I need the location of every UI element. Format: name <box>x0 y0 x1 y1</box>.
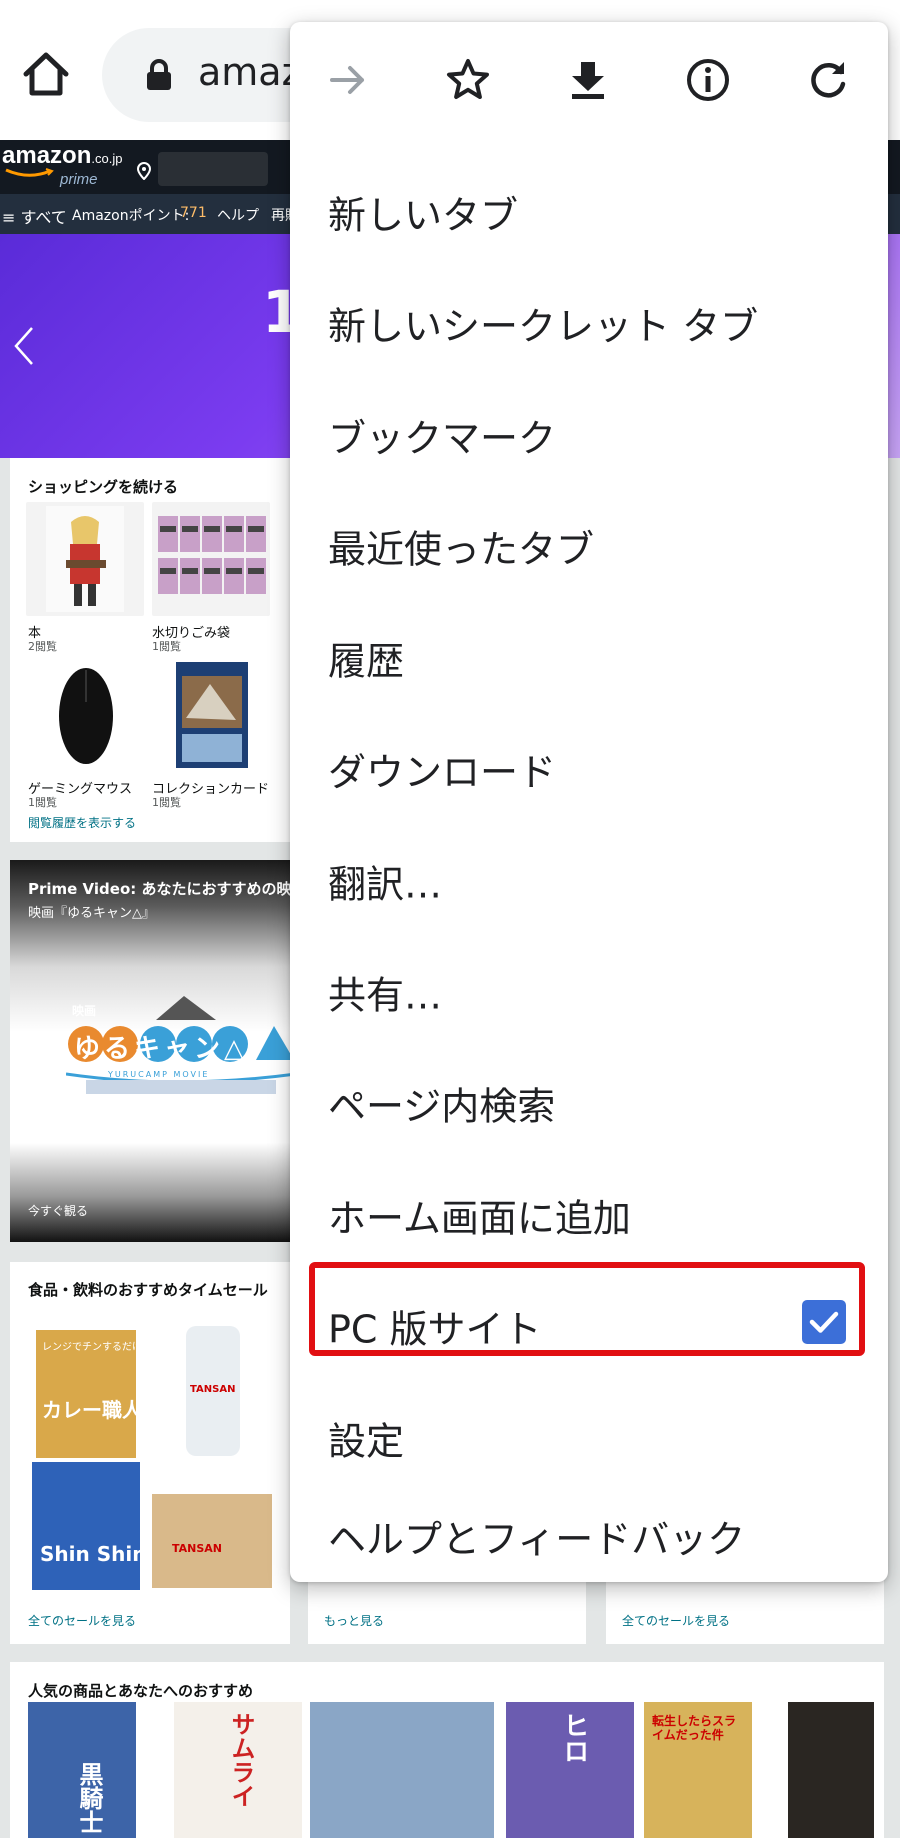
forward-icon[interactable] <box>322 54 374 106</box>
prime-video-card[interactable]: Prime Video: あなたにおすすめの映画 映画『ゆるキャン△』 映画 ゆ… <box>10 860 306 1242</box>
menu-item-label: ダウンロード <box>328 750 557 794</box>
movie-logo-small: 映画 <box>72 1004 97 1018</box>
card-title: ショッピングを続ける <box>28 478 179 496</box>
all-menu-link[interactable]: ≡ すべて <box>2 204 67 228</box>
amazon-smile-icon <box>5 168 54 177</box>
menu-item-add-to-home[interactable]: ホーム画面に追加 <box>290 1159 888 1270</box>
tile-views: 1閲覧 <box>152 796 181 809</box>
movie-logo-caption: YURUCAMP MOVIE <box>108 1070 210 1079</box>
download-icon[interactable] <box>562 54 614 106</box>
product-image-book[interactable]: 転生したらスライムだった件 <box>644 1702 752 1838</box>
product-image-trash-bags[interactable] <box>152 502 270 616</box>
product-text: カレー職人 <box>42 1398 142 1422</box>
lock-icon <box>142 58 176 92</box>
reload-icon[interactable] <box>802 54 854 106</box>
chevron-left-icon[interactable] <box>12 324 36 368</box>
menu-toolbar <box>290 22 888 140</box>
browser-overflow-menu: 新しいタブ 新しいシークレット タブ ブックマーク 最近使ったタブ 履歴 ダウン… <box>290 22 888 1582</box>
tile-views: 1閲覧 <box>28 796 57 809</box>
menu-item-bookmarks[interactable]: ブックマーク <box>290 379 888 490</box>
menu-item-label: 設定 <box>328 1419 405 1463</box>
menu-item-label: 共有… <box>328 973 443 1017</box>
blurred-address <box>158 152 268 186</box>
menu-item-label: 新しいシークレット タブ <box>328 304 759 348</box>
menu-item-label: ヘルプとフィードバック <box>328 1517 746 1562</box>
movie-title: 映画『ゆるキャン△』 <box>28 906 155 921</box>
menu-item-find-in-page[interactable]: ページ内検索 <box>290 1047 888 1158</box>
book-title-text: サムライ <box>227 1712 255 1808</box>
book-title-text: ヒロ <box>559 1712 589 1764</box>
menu-item-translate[interactable]: 翻訳… <box>290 825 888 936</box>
help-link[interactable]: ヘルプ <box>217 205 259 225</box>
product-image-book[interactable] <box>310 1702 494 1838</box>
url-text: amaz <box>198 50 302 94</box>
product-image-book[interactable] <box>788 1702 874 1838</box>
home-icon[interactable] <box>20 48 72 100</box>
menu-item-recent-tabs[interactable]: 最近使ったタブ <box>290 490 888 601</box>
product-text: レンジでチンするだけ! <box>42 1342 147 1353</box>
book-title-text: 黒騎士 <box>75 1762 103 1834</box>
menu-item-label: 新しいタブ <box>328 193 519 237</box>
info-icon[interactable] <box>682 54 734 106</box>
menu-item-label: 最近使ったタブ <box>328 527 595 571</box>
product-image-ramen[interactable]: Shin Shin <box>32 1462 146 1590</box>
menu-item-label: 履歴 <box>328 639 405 683</box>
product-image-card[interactable] <box>152 658 270 772</box>
product-image-book[interactable]: ヒロ <box>506 1702 634 1838</box>
product-text: TANSAN <box>190 1384 236 1395</box>
product-text: TANSAN <box>172 1542 223 1555</box>
points-value: 771 <box>180 205 207 221</box>
menu-item-settings[interactable]: 設定 <box>290 1382 888 1493</box>
product-image-mouse[interactable] <box>26 658 144 772</box>
product-image-book[interactable] <box>26 502 144 616</box>
product-image-tansan-box[interactable]: TANSAN <box>152 1494 272 1588</box>
product-text: Shin Shin <box>40 1542 147 1566</box>
bookmark-star-icon[interactable] <box>442 54 494 106</box>
card-title: 人気の商品とあなたへのおすすめ <box>28 1682 254 1700</box>
product-image-curry[interactable]: レンジでチンするだけ! カレー職人 <box>36 1330 146 1458</box>
product-image-tansan-bottle[interactable]: TANSAN <box>186 1326 240 1456</box>
product-image-book[interactable]: サムライ <box>174 1702 302 1838</box>
menu-item-label: 翻訳… <box>328 862 443 906</box>
location-pin-icon[interactable] <box>136 162 152 180</box>
food-sale-card: 食品・飲料のおすすめタイムセール レンジでチンするだけ! カレー職人 TANSA… <box>10 1262 290 1644</box>
amazon-logo[interactable]: amazon.co.jp prime <box>2 144 122 189</box>
menu-item-new-incognito-tab[interactable]: 新しいシークレット タブ <box>290 267 888 378</box>
tile-views: 2閲覧 <box>28 640 57 653</box>
recommendations-card: 人気の商品とあなたへのおすすめ 黒騎士 サムライ ヒロ 転生したらスライムだった… <box>10 1662 884 1838</box>
menu-item-share[interactable]: 共有… <box>290 936 888 1047</box>
view-history-link[interactable]: 閲覧履歴を表示する <box>28 814 136 831</box>
card-title: Prime Video: あなたにおすすめの映画 <box>28 880 307 898</box>
menu-item-label: ブックマーク <box>328 416 557 460</box>
menu-item-help-feedback[interactable]: ヘルプとフィードバック <box>290 1493 888 1579</box>
all-sales-link[interactable]: 全てのセールを見る <box>28 1612 136 1629</box>
book-title-text: 転生したらスライムだった件 <box>652 1714 737 1742</box>
tile-views: 1閲覧 <box>152 640 181 653</box>
menu-item-label: ページ内検索 <box>328 1084 556 1128</box>
all-sales-link[interactable]: 全てのセールを見る <box>622 1612 730 1629</box>
product-image-book[interactable]: 黒騎士 <box>28 1702 136 1838</box>
watch-now-link[interactable]: 今すぐ観る <box>28 1202 88 1219</box>
continue-shopping-card: ショッピングを続ける 本 2閲覧 水切りごみ袋 1閲覧 ゲーミングマウス 1閲覧… <box>10 458 290 842</box>
menu-item-new-tab[interactable]: 新しいタブ <box>290 156 888 267</box>
menu-item-history[interactable]: 履歴 <box>290 602 888 713</box>
see-more-link[interactable]: もっと見る <box>324 1612 384 1629</box>
movie-logo-text: ゆるキャン△ <box>74 1034 248 1064</box>
menu-item-label: ホーム画面に追加 <box>328 1196 631 1240</box>
points-label[interactable]: Amazonポイント: <box>72 205 189 225</box>
annotation-highlight-box <box>309 1262 865 1356</box>
card-title: 食品・飲料のおすすめタイムセール <box>28 1281 268 1299</box>
menu-item-downloads[interactable]: ダウンロード <box>290 713 888 824</box>
